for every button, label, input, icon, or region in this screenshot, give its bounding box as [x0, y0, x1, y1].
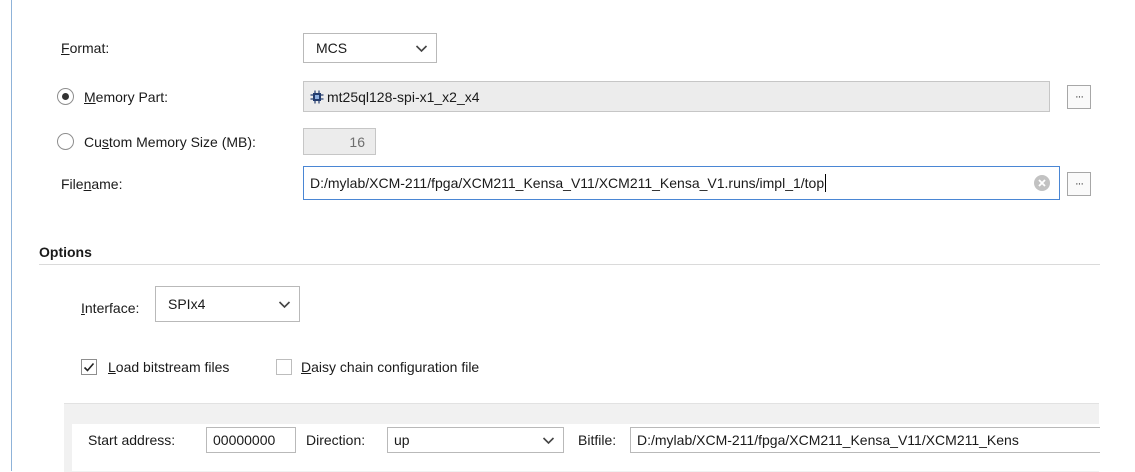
clear-icon[interactable]	[1034, 175, 1050, 191]
text-cursor	[825, 174, 827, 192]
filename-value: D:/mylab/XCM-211/fpga/XCM211_Kensa_V11/X…	[310, 175, 825, 191]
filename-label: Filename:	[61, 176, 123, 192]
load-bitstream-label: Load bitstream files	[108, 359, 230, 375]
custom-memory-label: Custom Memory Size (MB):	[84, 134, 256, 150]
memory-part-label: Memory Part:	[84, 89, 169, 105]
options-separator	[39, 264, 1100, 265]
filename-browse-button[interactable]: ···	[1067, 172, 1091, 196]
bitfile-input[interactable]: D:/mylab/XCM-211/fpga/XCM211_Kensa_V11/X…	[630, 427, 1100, 453]
direction-select[interactable]: up	[387, 427, 564, 453]
daisy-chain-label: Daisy chain configuration file	[301, 359, 480, 375]
bitfile-label: Bitfile:	[578, 432, 617, 448]
interface-value: SPIx4	[168, 296, 206, 312]
left-border	[11, 0, 12, 471]
format-value: MCS	[316, 40, 348, 56]
interface-select[interactable]: SPIx4	[155, 286, 300, 322]
load-bitstream-checkbox[interactable]	[81, 359, 97, 375]
custom-memory-radio[interactable]	[57, 133, 74, 150]
start-address-label: Start address:	[88, 432, 176, 448]
clear-x-glyph	[1038, 179, 1046, 187]
custom-memory-size-field[interactable]: 16	[303, 128, 376, 155]
daisy-chain-checkbox[interactable]	[276, 359, 292, 375]
memory-part-value: mt25ql128-spi-x1_x2_x4	[327, 88, 480, 105]
interface-label: Interface:	[81, 300, 140, 316]
chip-icon	[310, 90, 324, 103]
chevron-down-icon	[542, 436, 555, 444]
chevron-down-icon	[278, 300, 291, 308]
direction-label: Direction:	[306, 432, 366, 448]
memory-part-radio[interactable]	[57, 88, 74, 105]
memory-part-browse-button[interactable]: ···	[1067, 85, 1091, 109]
chevron-down-icon	[415, 44, 428, 52]
start-address-input[interactable]: 00000000	[206, 427, 296, 453]
radio-selected-dot	[62, 93, 69, 100]
filename-input[interactable]: D:/mylab/XCM-211/fpga/XCM211_Kensa_V11/X…	[303, 166, 1060, 200]
format-select[interactable]: MCS	[303, 33, 437, 63]
format-label: Format:	[61, 40, 110, 56]
direction-value: up	[394, 432, 410, 448]
options-header: Options	[39, 244, 92, 260]
memory-part-field[interactable]: mt25ql128-spi-x1_x2_x4	[303, 81, 1050, 112]
checkmark-icon	[83, 362, 95, 372]
